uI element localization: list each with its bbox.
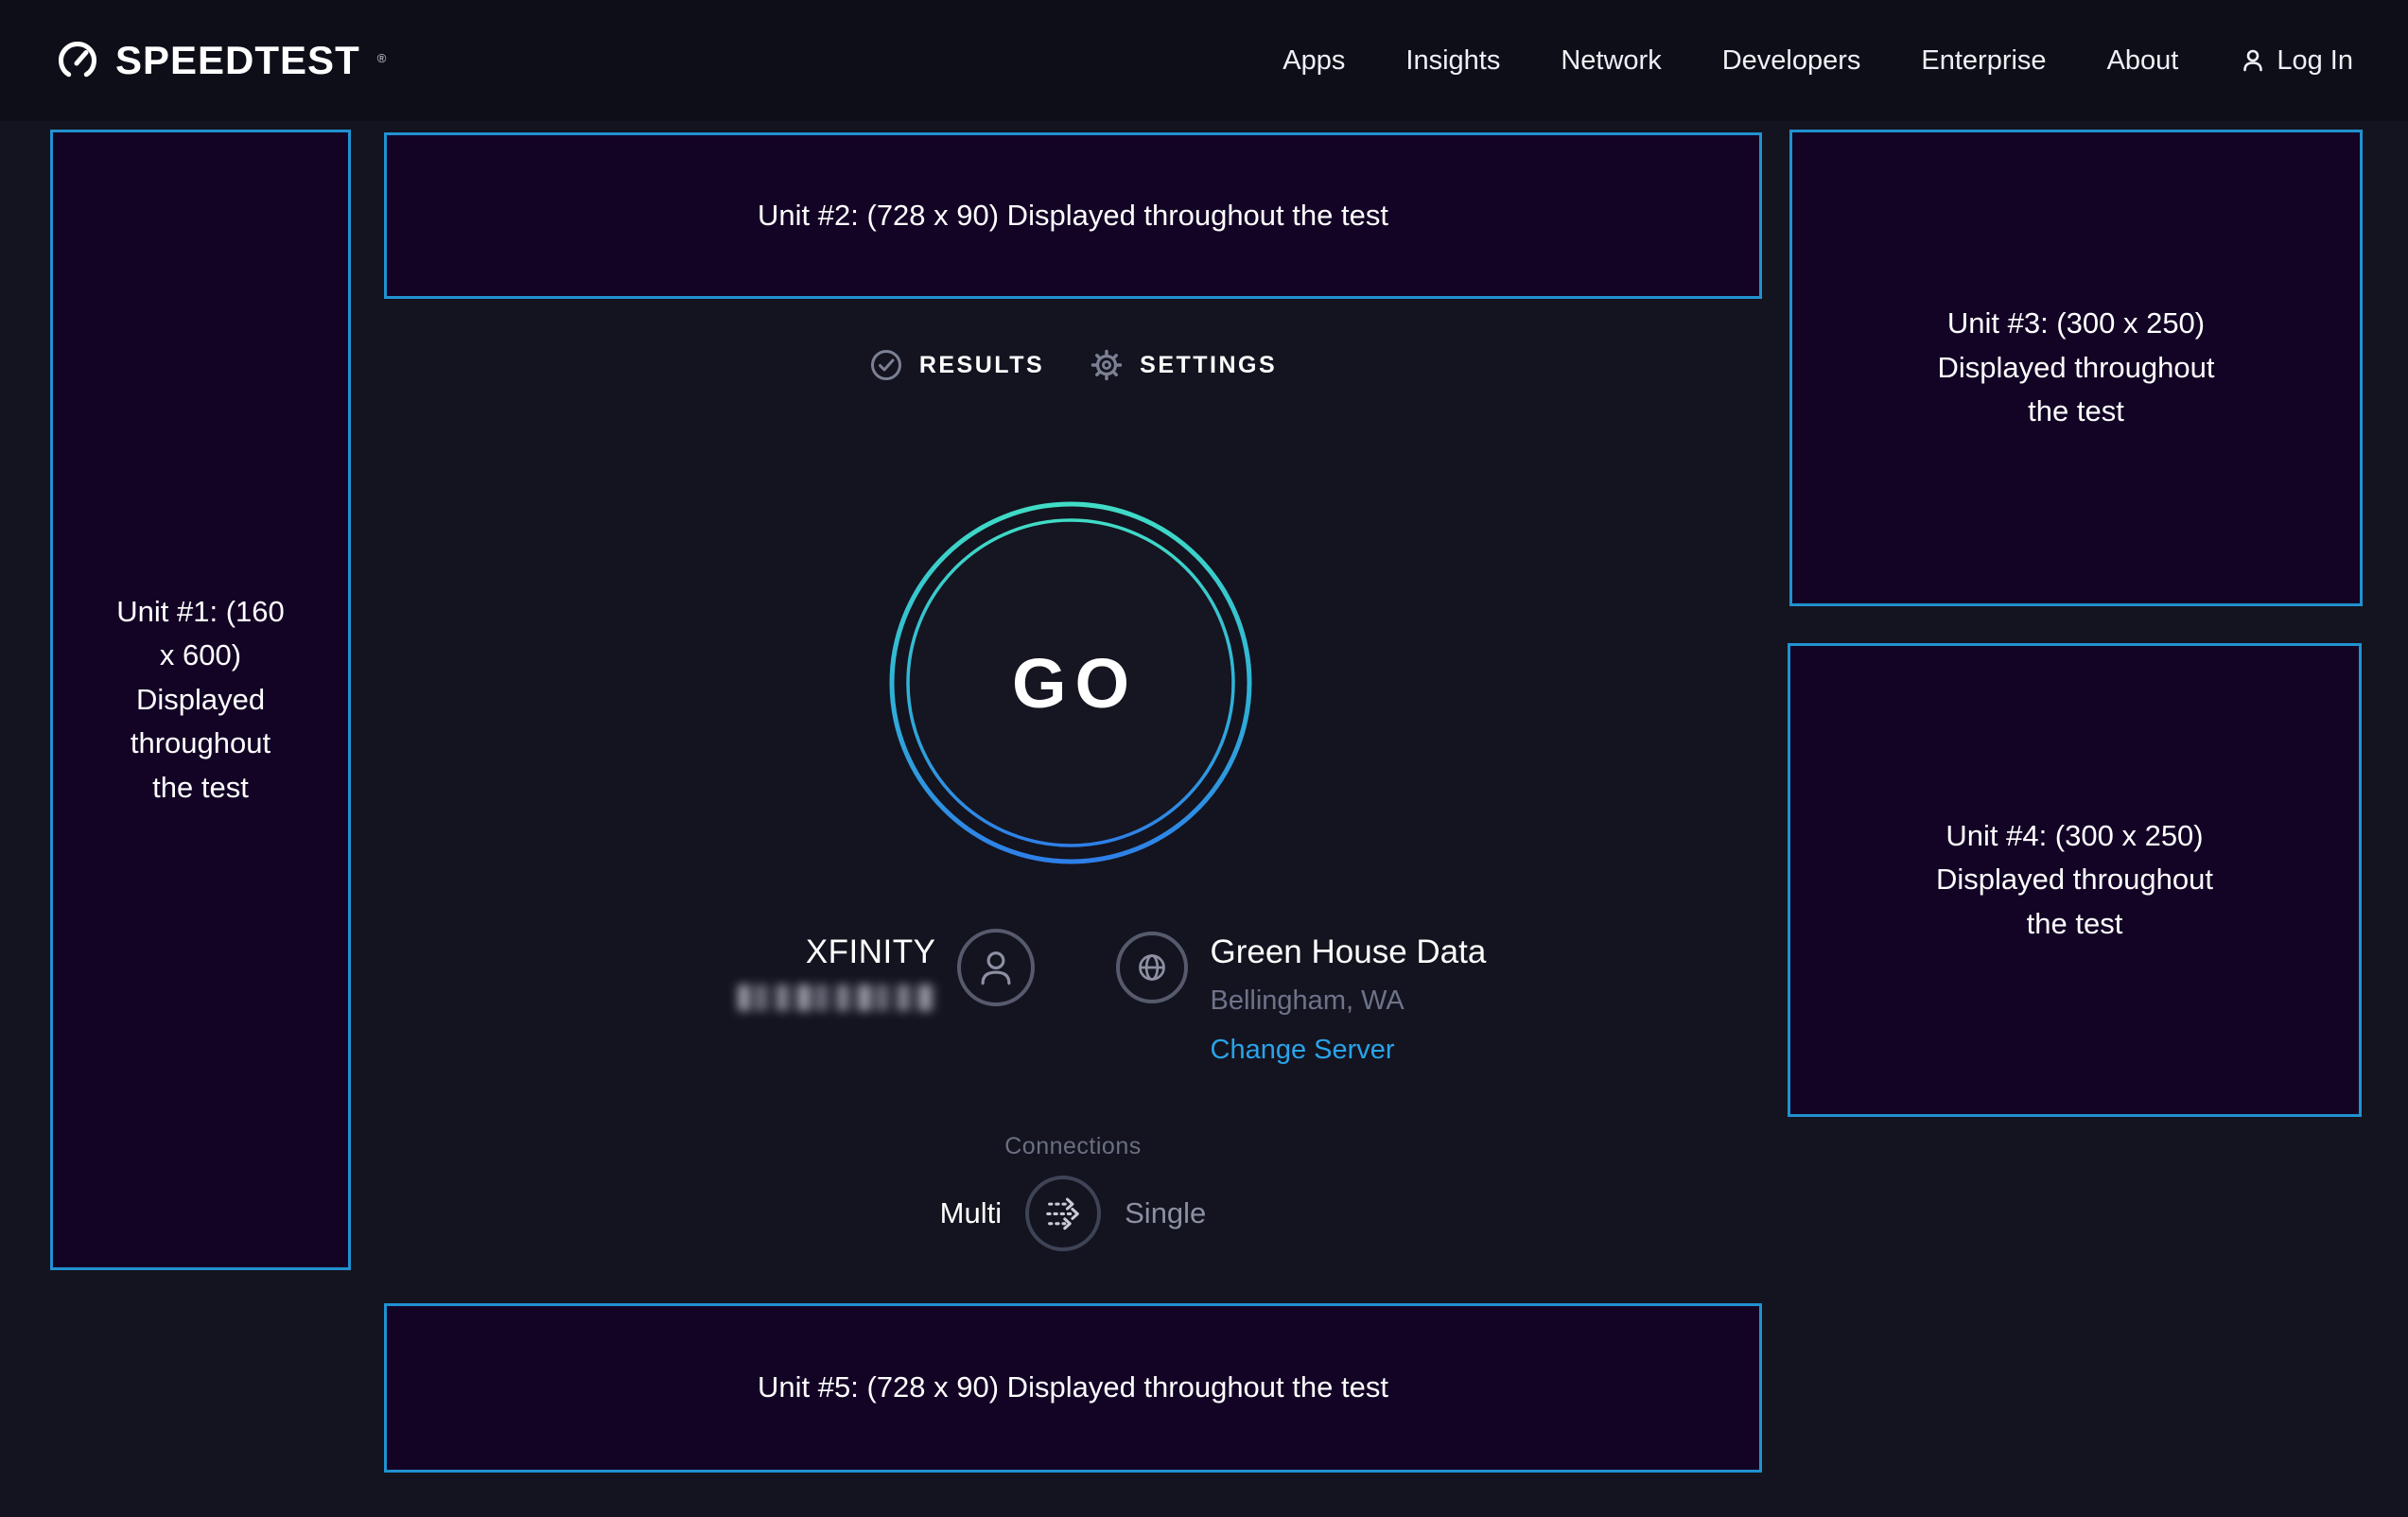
nav-item-about[interactable]: About	[2107, 45, 2179, 77]
login-link[interactable]: Log In	[2239, 45, 2353, 77]
connection-mode-toggle[interactable]	[1025, 1176, 1101, 1251]
main-nav: Apps Insights Network Developers Enterpr…	[1283, 45, 2353, 77]
brand-name: SPEEDTEST	[115, 38, 360, 83]
ad-unit-1-text: Unit #1: (160 x 600) Displayed throughou…	[113, 590, 288, 811]
user-icon	[2239, 46, 2267, 75]
server-location: Bellingham, WA	[1211, 985, 1537, 1017]
go-button[interactable]: GO	[885, 497, 1256, 868]
settings-label: SETTINGS	[1140, 352, 1277, 379]
gear-icon	[1090, 348, 1124, 382]
ad-unit-2[interactable]: Unit #2: (728 x 90) Displayed throughout…	[384, 132, 1762, 299]
tab-settings[interactable]: SETTINGS	[1090, 348, 1277, 382]
connection-info: XFINITY Green House Data Bellingham, WA …	[384, 929, 1762, 1066]
connections-multi-option[interactable]: Multi	[940, 1196, 1002, 1230]
globe-icon	[1120, 932, 1184, 1003]
trademark-symbol: ®	[377, 51, 387, 65]
ad-unit-3-text: Unit #3: (300 x 250) Displayed throughou…	[1915, 302, 2237, 434]
check-circle-icon	[869, 348, 903, 382]
ad-unit-5[interactable]: Unit #5: (728 x 90) Displayed throughout…	[384, 1303, 1762, 1473]
redacted-ip	[738, 985, 936, 1011]
ad-unit-5-text: Unit #5: (728 x 90) Displayed throughout…	[758, 1366, 1388, 1410]
person-icon	[961, 929, 1031, 1006]
nav-item-insights[interactable]: Insights	[1405, 45, 1500, 77]
nav-item-developers[interactable]: Developers	[1722, 45, 1861, 77]
speedometer-logo-icon	[55, 38, 100, 83]
nav-item-apps[interactable]: Apps	[1283, 45, 1345, 77]
tab-results[interactable]: RESULTS	[869, 348, 1044, 382]
connections-single-option[interactable]: Single	[1125, 1196, 1206, 1230]
results-label: RESULTS	[919, 352, 1044, 379]
ad-unit-4[interactable]: Unit #4: (300 x 250) Displayed throughou…	[1788, 643, 2362, 1117]
nav-item-network[interactable]: Network	[1561, 45, 1661, 77]
tabs-row: RESULTS SETTINGS	[384, 333, 1762, 397]
ad-unit-1[interactable]: Unit #1: (160 x 600) Displayed throughou…	[50, 130, 351, 1270]
ad-unit-3[interactable]: Unit #3: (300 x 250) Displayed throughou…	[1789, 130, 2363, 606]
ad-unit-2-text: Unit #2: (728 x 90) Displayed throughout…	[758, 194, 1388, 238]
go-label: GO	[885, 497, 1256, 868]
speedtest-page: SPEEDTEST ® Apps Insights Network Develo…	[0, 0, 2408, 1517]
multi-connection-arrows-icon	[1029, 1176, 1097, 1251]
brand-logo[interactable]: SPEEDTEST ®	[55, 38, 386, 83]
navbar: SPEEDTEST ® Apps Insights Network Develo…	[0, 0, 2408, 121]
isp-info: XFINITY	[610, 933, 936, 1016]
change-server-link[interactable]: Change Server	[1211, 1035, 1395, 1066]
connections-row: Multi Single	[384, 1175, 1762, 1252]
server-badge[interactable]	[1116, 932, 1188, 1003]
login-label: Log In	[2277, 45, 2353, 77]
server-name: Green House Data	[1211, 933, 1537, 971]
nav-item-enterprise[interactable]: Enterprise	[1921, 45, 2046, 77]
ad-unit-4-text: Unit #4: (300 x 250) Displayed throughou…	[1914, 814, 2236, 947]
isp-badge[interactable]	[957, 929, 1035, 1006]
isp-name: XFINITY	[610, 933, 936, 971]
connections-heading: Connections	[384, 1133, 1762, 1160]
server-info: Green House Data Bellingham, WA Change S…	[1211, 933, 1537, 1066]
